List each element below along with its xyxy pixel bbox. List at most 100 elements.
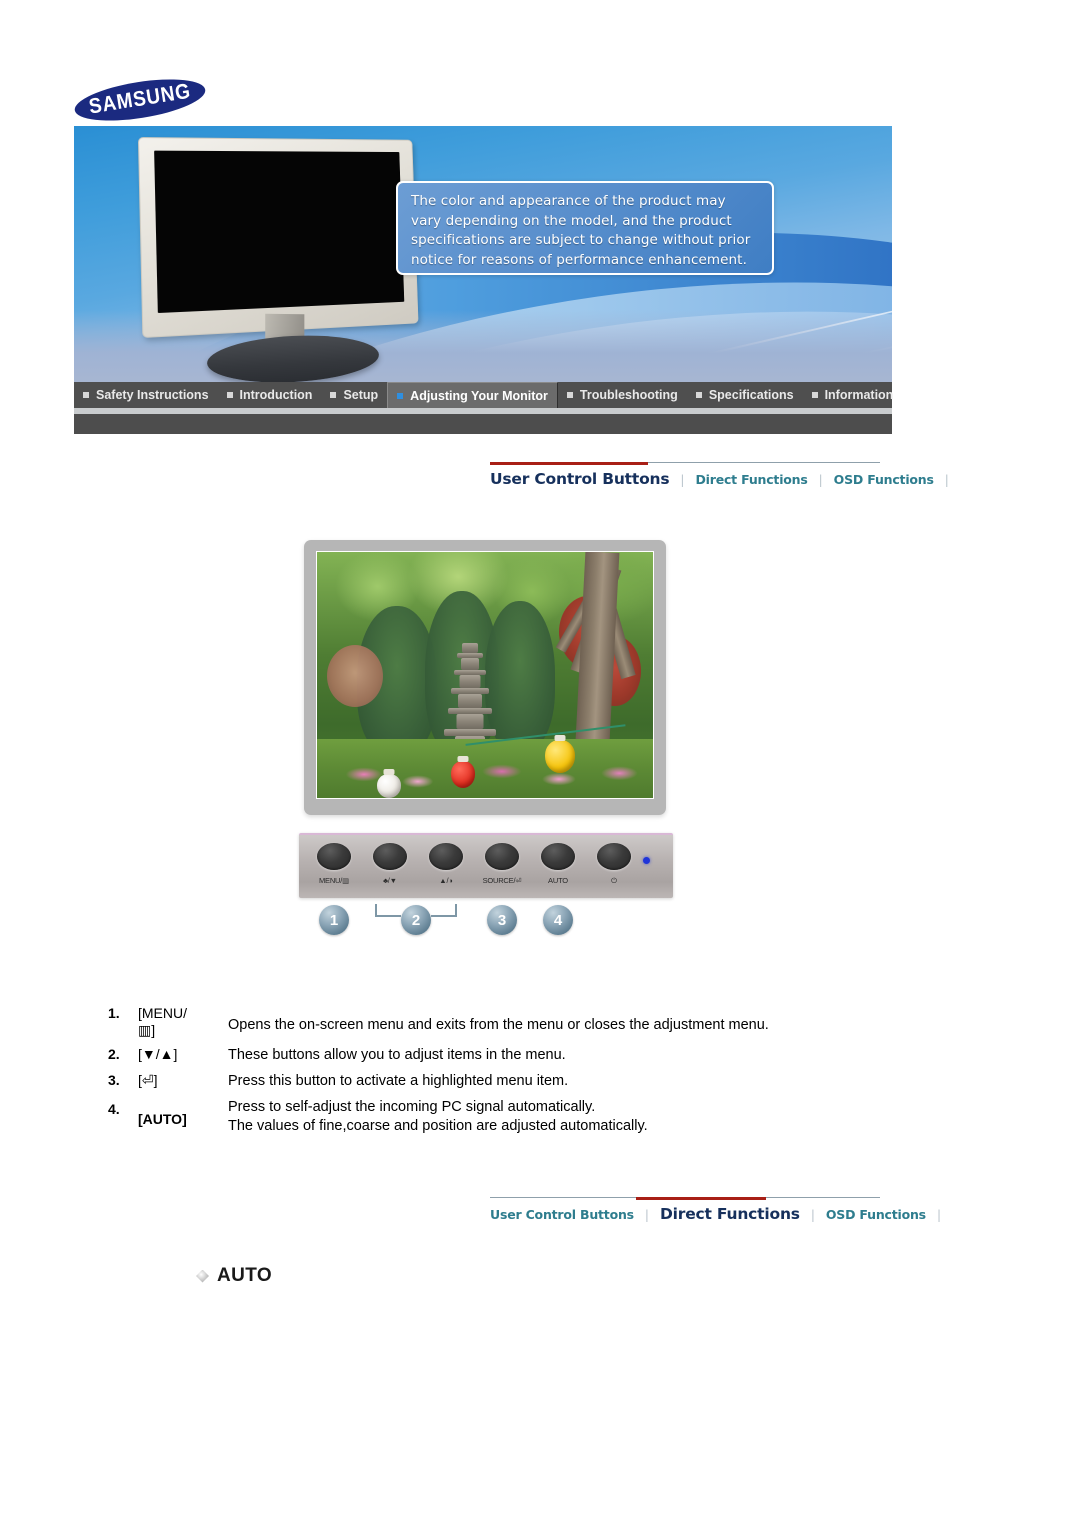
pagoda-tier xyxy=(461,643,478,654)
subtab-row-bottom[interactable]: User Control Buttons | Direct Functions … xyxy=(490,1197,941,1237)
auto-button-label: AUTO xyxy=(548,876,568,885)
auto-section-heading: AUTO xyxy=(196,1265,272,1287)
control-panel-callouts: 1 2 3 4 xyxy=(299,900,673,940)
tab-separator: | xyxy=(680,473,685,487)
up-magicbright-button[interactable] xyxy=(429,843,463,870)
monitor-photo-frame xyxy=(304,540,666,815)
nav-item-information[interactable]: Information xyxy=(803,382,903,408)
tab-separator: | xyxy=(644,1208,649,1222)
square-bullet-icon xyxy=(397,392,404,399)
subtab-user-control-buttons[interactable]: User Control Buttons xyxy=(490,1207,634,1222)
callout-bracket-left xyxy=(375,904,401,917)
instruction-key: [AUTO] xyxy=(138,1111,187,1127)
instruction-row-2: 2. [▼/▲] These buttons allow you to adju… xyxy=(108,1046,868,1065)
pagoda-tier xyxy=(456,714,484,730)
subtab-user-control-buttons[interactable]: User Control Buttons xyxy=(490,470,670,488)
nav-item-setup[interactable]: Setup xyxy=(321,382,387,408)
nav-label: Troubleshooting xyxy=(579,388,678,402)
tab-separator: | xyxy=(810,1208,815,1222)
nav-label: Safety Instructions xyxy=(96,388,209,402)
pagoda-tier xyxy=(443,729,496,737)
instruction-number: 3. xyxy=(108,1072,120,1088)
source-enter-button[interactable] xyxy=(485,843,519,870)
menu-button-label: MENU/▥ xyxy=(318,876,350,885)
instruction-description: Press this button to activate a highligh… xyxy=(228,1073,569,1089)
tab-separator: | xyxy=(936,1208,941,1222)
monitor-bezel xyxy=(137,137,419,339)
lantern-cap xyxy=(457,756,469,763)
main-navigation[interactable]: Safety Instructions Introduction Setup A… xyxy=(74,382,893,408)
square-bullet-icon xyxy=(330,392,337,398)
nav-label: Introduction xyxy=(239,388,313,402)
power-button[interactable] xyxy=(597,843,631,870)
button-instruction-list: 1. [MENU/ ▥] Opens the on-screen menu an… xyxy=(108,1005,868,1143)
tab-separator: | xyxy=(818,473,823,487)
subtab-direct-functions[interactable]: Direct Functions xyxy=(660,1205,800,1223)
monitor-stand-base xyxy=(205,331,381,382)
callout-1: 1 xyxy=(319,905,349,935)
instruction-key: [▼/▲] xyxy=(138,1046,178,1062)
square-bullet-icon xyxy=(83,392,89,398)
tab-separator: | xyxy=(944,473,949,487)
monitor-product-image xyxy=(129,137,439,382)
lantern-cap xyxy=(383,769,395,775)
square-bullet-icon xyxy=(226,392,233,398)
subtab-active-indicator xyxy=(490,462,648,465)
square-bullet-icon xyxy=(811,392,818,398)
down-button-label: ♣/▼ xyxy=(383,876,397,885)
pagoda-tier xyxy=(457,694,482,709)
instruction-row-4: 4. [AUTO] Press to self-adjust the incom… xyxy=(108,1098,868,1136)
samsung-logo-text: SAMSUNG xyxy=(87,79,193,120)
auto-button[interactable] xyxy=(541,843,575,870)
instruction-number: 1. xyxy=(108,1005,120,1021)
callout-3: 3 xyxy=(487,905,517,935)
flower-bed xyxy=(317,738,653,798)
samsung-logo: SAMSUNG xyxy=(71,71,214,129)
power-button-label: ⏻ xyxy=(611,876,617,885)
down-brightness-button[interactable] xyxy=(373,843,407,870)
instruction-row-1: 1. [MENU/ ▥] Opens the on-screen menu an… xyxy=(108,1005,868,1039)
nav-item-specifications[interactable]: Specifications xyxy=(687,382,803,408)
nav-item-safety-instructions[interactable]: Safety Instructions xyxy=(74,382,218,408)
instruction-description-line1: Press to self-adjust the incoming PC sig… xyxy=(228,1099,596,1115)
monitor-photo-screen xyxy=(316,551,654,799)
instruction-description: These buttons allow you to adjust items … xyxy=(228,1047,566,1063)
up-button-label: ▲/◑ xyxy=(439,876,453,885)
instruction-key-line2: ▥] xyxy=(138,1022,156,1038)
nav-item-troubleshooting[interactable]: Troubleshooting xyxy=(558,382,687,408)
instruction-description-line2: The values of fine,coarse and position a… xyxy=(228,1118,648,1134)
pagoda-tier xyxy=(459,675,481,689)
instruction-description: Opens the on-screen menu and exits from … xyxy=(228,1017,769,1033)
source-button-label: SOURCE/⏎ xyxy=(482,876,522,885)
callout-4: 4 xyxy=(543,905,573,935)
subtab-osd-functions[interactable]: OSD Functions xyxy=(826,1207,926,1222)
lantern-cap xyxy=(554,735,566,742)
nav-label: Setup xyxy=(343,388,379,402)
diamond-bullet-icon xyxy=(196,1269,209,1283)
monitor-control-panel: MENU/▥ ♣/▼ ▲/◑ SOURCE/⏎ AUTO ⏻ xyxy=(299,833,673,898)
monitor-screen xyxy=(154,150,405,314)
instruction-key-line1: [MENU/ xyxy=(138,1005,187,1021)
instruction-number: 2. xyxy=(108,1046,120,1062)
callout-bracket-right xyxy=(431,904,457,917)
subtab-active-indicator xyxy=(636,1197,766,1200)
header-banner: The color and appearance of the product … xyxy=(74,126,892,382)
nav-label: Information xyxy=(824,388,894,402)
disclaimer-text: The color and appearance of the product … xyxy=(411,193,751,268)
instruction-number: 4. xyxy=(108,1101,120,1117)
nav-dark-bar xyxy=(74,414,892,434)
power-led-indicator xyxy=(643,857,650,864)
nav-label: Specifications xyxy=(708,388,794,402)
instruction-row-3: 3. [⏎] Press this button to activate a h… xyxy=(108,1072,868,1091)
subtab-direct-functions[interactable]: Direct Functions xyxy=(695,472,807,487)
instruction-key: [⏎] xyxy=(138,1072,158,1088)
nav-item-introduction[interactable]: Introduction xyxy=(218,382,322,408)
disclaimer-box: The color and appearance of the product … xyxy=(396,181,774,275)
subtab-row-top[interactable]: User Control Buttons | Direct Functions … xyxy=(490,462,949,502)
menu-button[interactable] xyxy=(317,843,351,870)
nav-item-adjusting-your-monitor[interactable]: Adjusting Your Monitor xyxy=(387,382,558,408)
subtab-osd-functions[interactable]: OSD Functions xyxy=(834,472,934,487)
pagoda-tier xyxy=(460,658,479,671)
square-bullet-icon xyxy=(695,392,702,398)
instruction-key: [MENU/ ▥] xyxy=(138,1005,228,1039)
